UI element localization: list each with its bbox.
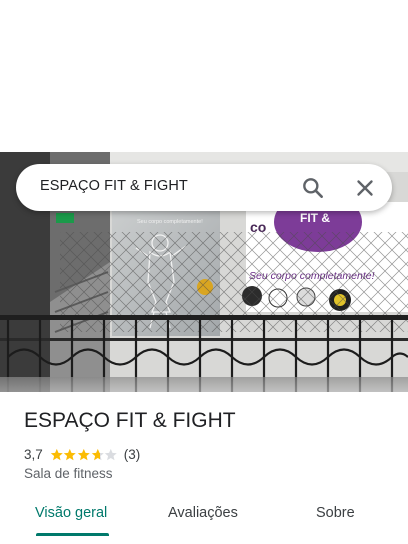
- close-icon[interactable]: [352, 175, 378, 201]
- star-icon: [104, 448, 117, 460]
- svg-text:Seu corpo completamente!: Seu corpo completamente!: [137, 219, 203, 225]
- place-tabs: Visão geral Avaliações Sobre: [0, 492, 408, 536]
- svg-text:FIT &: FIT &: [300, 211, 330, 225]
- tab-overview[interactable]: Visão geral: [35, 505, 107, 521]
- search-input[interactable]: ESPAÇO FIT & FIGHT: [40, 178, 188, 194]
- place-category: Sala de fitness: [24, 466, 113, 481]
- place-page: FIT & co Seu corpo completamente! Seu co…: [0, 0, 408, 544]
- star-rating: [50, 448, 118, 461]
- place-info-panel: ESPAÇO FIT & FIGHT 3,7 (3) Sala de fitne…: [0, 392, 408, 544]
- rating-row[interactable]: 3,7 (3): [24, 445, 140, 463]
- rating-value: 3,7: [24, 446, 43, 462]
- star-icon: [77, 448, 90, 460]
- active-tab-indicator: [36, 533, 109, 536]
- search-icon[interactable]: [300, 175, 326, 201]
- place-title: ESPAÇO FIT & FIGHT: [24, 409, 236, 432]
- star-icon: [64, 448, 77, 460]
- tab-about[interactable]: Sobre: [316, 505, 355, 521]
- search-bar[interactable]: ESPAÇO FIT & FIGHT: [16, 164, 392, 211]
- map-area-blank: [0, 0, 408, 152]
- star-icon: [91, 448, 104, 460]
- tab-reviews[interactable]: Avaliações: [168, 505, 238, 521]
- review-count[interactable]: (3): [124, 447, 141, 462]
- star-icon: [50, 448, 63, 460]
